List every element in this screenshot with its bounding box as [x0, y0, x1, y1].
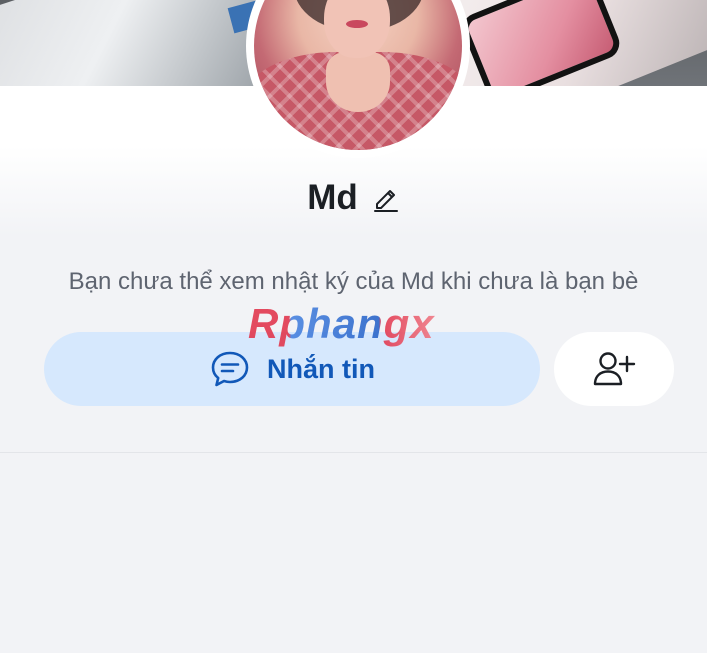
watermark: Rphangx — [248, 300, 435, 348]
avatar-shape — [346, 20, 368, 28]
avatar-face — [324, 0, 390, 58]
edit-name-button[interactable] — [372, 184, 400, 212]
avatar[interactable] — [254, 0, 462, 150]
message-button-label: Nhắn tin — [267, 353, 375, 384]
divider — [0, 452, 707, 453]
pencil-icon — [373, 190, 398, 212]
watermark-text: Rphangx — [248, 300, 435, 347]
add-friend-icon — [593, 352, 636, 386]
profile-name-row: Md — [0, 176, 707, 220]
avatar-shape — [326, 52, 390, 112]
chat-bubble-icon — [211, 351, 249, 387]
profile-name: Md — [307, 178, 358, 217]
friend-restriction-notice: Bạn chưa thể xem nhật ký của Md khi chưa… — [68, 268, 639, 295]
add-friend-button[interactable] — [554, 332, 674, 406]
